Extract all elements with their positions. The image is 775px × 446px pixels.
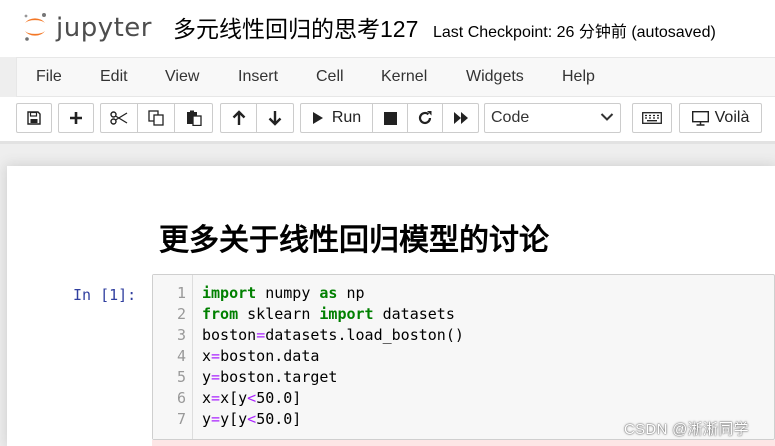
fast-forward-icon <box>453 112 468 124</box>
checkpoint-status: Last Checkpoint: 26 分钟前 (autosaved) <box>433 24 716 41</box>
code-line[interactable]: import numpy as np <box>202 283 365 304</box>
keyboard-icon <box>642 112 662 124</box>
input-prompt: In [1]: <box>73 286 137 304</box>
copy-icon <box>148 110 164 126</box>
line-number: 3 <box>176 326 186 344</box>
cell-type-value: Code <box>491 109 530 126</box>
chevron-down-icon <box>600 113 614 121</box>
markdown-heading[interactable]: 更多关于线性回归模型的讨论 <box>159 215 549 259</box>
run-button-label: Run <box>331 109 362 126</box>
code-line[interactable]: boston=datasets.load_boston() <box>202 325 464 346</box>
line-number: 4 <box>176 347 186 365</box>
interrupt-button[interactable] <box>372 103 408 133</box>
cell-type-select[interactable]: Code <box>484 103 621 133</box>
jupyter-logo[interactable]: jupyter <box>20 10 155 46</box>
menu-insert[interactable]: Insert <box>238 68 278 86</box>
command-palette-button[interactable] <box>632 103 672 133</box>
move-down-button[interactable] <box>256 103 294 133</box>
paste-icon <box>186 110 202 126</box>
voila-button-label: Voilà <box>714 109 750 126</box>
plus-icon <box>70 112 82 124</box>
menu-view[interactable]: View <box>165 68 199 86</box>
insert-cell-button[interactable] <box>58 103 94 133</box>
restart-button[interactable] <box>407 103 443 133</box>
menu-file[interactable]: File <box>36 68 62 86</box>
notebook-container: 更多关于线性回归模型的讨论 In [1]: 1 2 3 4 5 6 7 impo… <box>7 166 775 446</box>
jupyter-logo-icon <box>24 13 46 41</box>
restart-icon <box>418 111 432 125</box>
menu-help[interactable]: Help <box>562 68 595 86</box>
restart-run-all-button[interactable] <box>442 103 479 133</box>
play-icon <box>312 112 323 124</box>
stop-icon <box>383 111 397 125</box>
watermark: CSDN @淅淅同学 <box>624 421 749 438</box>
next-cell-edge <box>152 440 775 446</box>
voila-button[interactable]: Voilà <box>679 103 762 133</box>
menu-kernel[interactable]: Kernel <box>381 68 427 86</box>
save-button[interactable] <box>16 103 52 133</box>
menu-widgets[interactable]: Widgets <box>466 68 524 86</box>
arrow-up-icon <box>232 110 245 125</box>
save-icon <box>27 111 41 125</box>
run-button[interactable]: Run <box>300 103 373 133</box>
line-number-gutter: 1 2 3 4 5 6 7 <box>153 275 193 439</box>
paste-button[interactable] <box>174 103 213 133</box>
code-cell-input[interactable]: 1 2 3 4 5 6 7 import numpy as np from sk… <box>152 274 775 440</box>
menubar: File Edit View Insert Cell Kernel Widget… <box>16 57 775 97</box>
menu-cell[interactable]: Cell <box>316 68 344 86</box>
menu-edit[interactable]: Edit <box>100 68 128 86</box>
move-up-button[interactable] <box>220 103 257 133</box>
code-line[interactable]: from sklearn import datasets <box>202 304 455 325</box>
code-line[interactable]: x=boston.data <box>202 346 319 367</box>
line-number: 6 <box>176 389 186 407</box>
notebook-title[interactable]: 多元线性回归的思考127 <box>173 10 418 44</box>
code-line[interactable]: y=y[y<50.0] <box>202 409 301 430</box>
toolbar: Run Code Voilà <box>0 97 775 141</box>
cut-button[interactable] <box>100 103 138 133</box>
code-line[interactable]: y=boston.target <box>202 367 337 388</box>
line-number: 2 <box>176 305 186 323</box>
logo-text: jupyter <box>56 13 152 43</box>
header: jupyter 多元线性回归的思考127 Last Checkpoint: 26… <box>0 0 775 57</box>
line-number: 1 <box>176 284 186 302</box>
line-number: 7 <box>176 410 186 428</box>
copy-button[interactable] <box>137 103 175 133</box>
header-divider <box>0 141 775 144</box>
monitor-icon <box>691 110 709 126</box>
scissors-icon <box>110 111 128 125</box>
code-line[interactable]: x=x[y<50.0] <box>202 388 301 409</box>
arrow-down-icon <box>268 111 282 126</box>
line-number: 5 <box>176 368 186 386</box>
